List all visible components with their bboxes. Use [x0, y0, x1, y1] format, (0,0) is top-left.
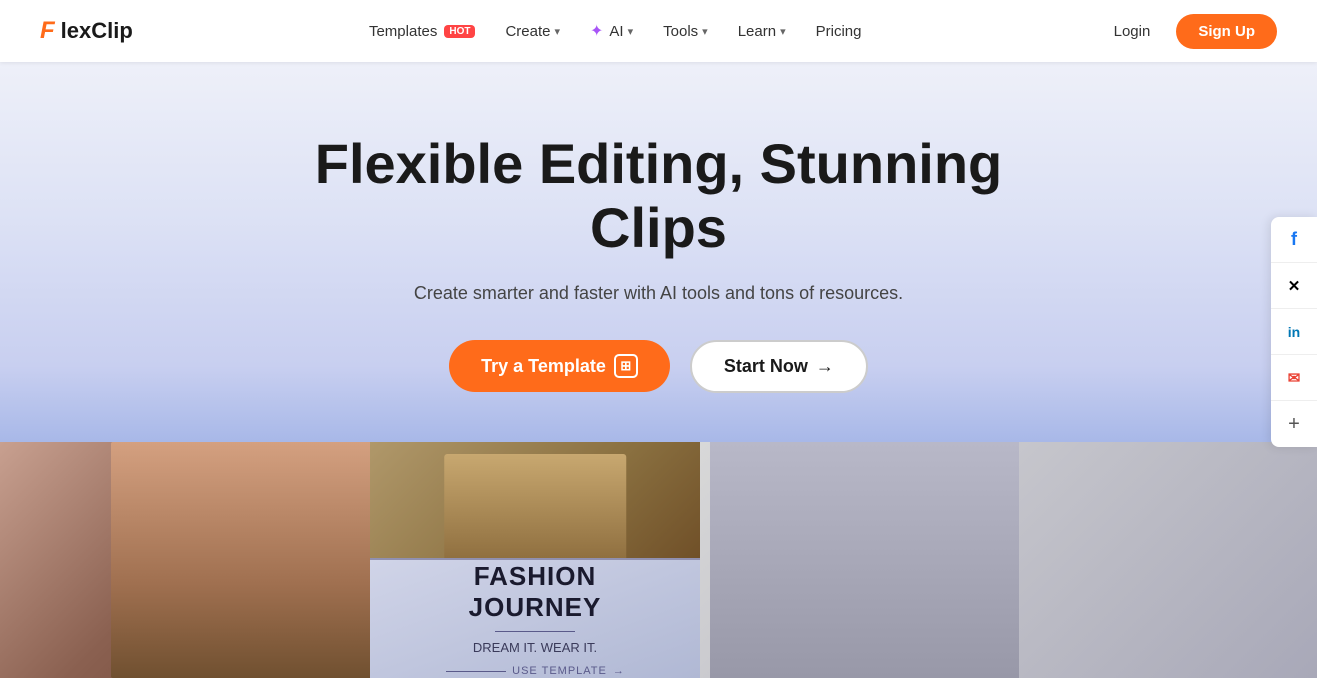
- nav-item-ai[interactable]: ✦ AI ▾: [578, 13, 645, 49]
- start-now-label: Start Now: [724, 356, 808, 377]
- strip-left-panel: [0, 442, 370, 678]
- templates-label: Templates: [369, 23, 437, 40]
- nav-right: Login Sign Up: [1098, 14, 1277, 49]
- learn-chevron: ▾: [780, 25, 786, 38]
- ai-star-icon: ✦: [590, 21, 603, 41]
- email-icon: ✉: [1288, 369, 1301, 387]
- hero-subtitle: Create smarter and faster with AI tools …: [414, 283, 903, 304]
- logo-letter: F: [40, 17, 55, 45]
- center-bottom-card: FASHIONJOURNEY DREAM IT. WEAR IT. USE TE…: [370, 560, 700, 678]
- twitter-x-icon: ✕: [1288, 277, 1301, 295]
- facebook-share-button[interactable]: f: [1271, 217, 1317, 263]
- logo-text: lexClip: [61, 18, 133, 44]
- strip-right-panel: [700, 442, 1317, 678]
- hot-badge: HOT: [444, 25, 475, 38]
- login-button[interactable]: Login: [1098, 15, 1167, 48]
- nav-item-learn[interactable]: Learn ▾: [726, 15, 798, 48]
- create-chevron: ▾: [554, 25, 560, 38]
- hero-title: Flexible Editing, Stunning Clips: [269, 132, 1049, 261]
- image-strip: FASHIONJOURNEY DREAM IT. WEAR IT. USE TE…: [0, 442, 1317, 678]
- social-sidebar: f ✕ in ✉ +: [1271, 217, 1317, 447]
- template-icon: ⊞: [614, 354, 638, 378]
- fashion-divider: [495, 631, 575, 632]
- nav-item-templates[interactable]: Templates HOT: [357, 15, 487, 48]
- start-now-button[interactable]: Start Now →: [690, 340, 868, 393]
- more-share-button[interactable]: +: [1271, 401, 1317, 447]
- fashion-subtitle: DREAM IT. WEAR IT.: [473, 640, 597, 655]
- facebook-icon: f: [1291, 229, 1297, 250]
- pricing-label: Pricing: [816, 23, 862, 40]
- nav-links: Templates HOT Create ▾ ✦ AI ▾ Tools ▾ Le…: [357, 13, 874, 49]
- strip-center-panel: FASHIONJOURNEY DREAM IT. WEAR IT. USE TE…: [370, 442, 700, 678]
- right-image: [700, 442, 1317, 678]
- fashion-cta: USE TEMPLATE →: [446, 665, 624, 677]
- navigation: FlexClip Templates HOT Create ▾ ✦ AI ▾ T…: [0, 0, 1317, 62]
- learn-label: Learn: [738, 23, 776, 40]
- tools-chevron: ▾: [702, 25, 708, 38]
- logo[interactable]: FlexClip: [40, 17, 133, 45]
- start-arrow-icon: →: [816, 356, 834, 377]
- hero-section: Flexible Editing, Stunning Clips Create …: [0, 62, 1317, 442]
- nav-item-create[interactable]: Create ▾: [493, 15, 572, 48]
- signup-button[interactable]: Sign Up: [1176, 14, 1277, 49]
- ai-chevron: ▾: [628, 25, 634, 38]
- fashion-title: FASHIONJOURNEY: [469, 561, 602, 623]
- email-share-button[interactable]: ✉: [1271, 355, 1317, 401]
- center-top-image: [370, 442, 700, 560]
- tools-label: Tools: [663, 23, 698, 40]
- linkedin-share-button[interactable]: in: [1271, 309, 1317, 355]
- try-template-button[interactable]: Try a Template ⊞: [449, 340, 670, 392]
- hero-buttons: Try a Template ⊞ Start Now →: [449, 340, 868, 393]
- nav-item-pricing[interactable]: Pricing: [804, 15, 874, 48]
- left-figure: [111, 442, 370, 678]
- left-image: [0, 442, 370, 678]
- twitter-share-button[interactable]: ✕: [1271, 263, 1317, 309]
- linkedin-icon: in: [1288, 324, 1300, 340]
- ai-label: AI: [609, 23, 623, 40]
- more-icon: +: [1288, 413, 1300, 436]
- create-label: Create: [505, 23, 550, 40]
- right-figure: [710, 442, 1019, 678]
- try-template-label: Try a Template: [481, 356, 606, 377]
- nav-item-tools[interactable]: Tools ▾: [651, 15, 720, 48]
